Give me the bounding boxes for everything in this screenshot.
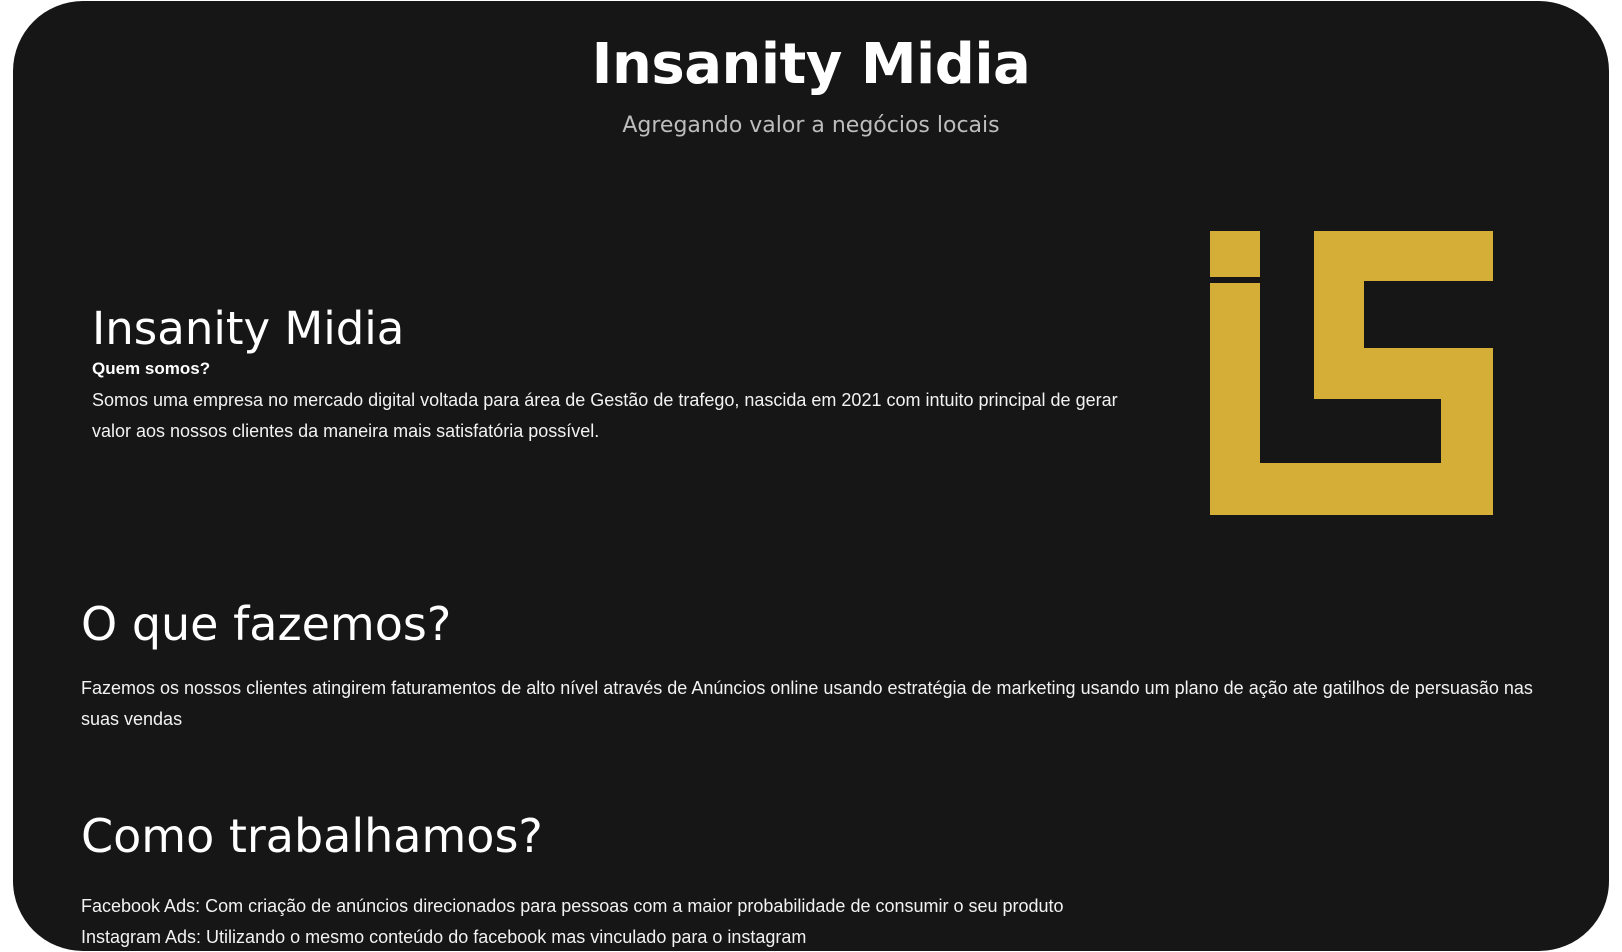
about-section: Insanity Midia Quem somos? Somos uma emp… — [92, 301, 1152, 447]
what-we-do-section: O que fazemos? Fazemos os nossos cliente… — [81, 595, 1541, 735]
what-we-do-text: Fazemos os nossos clientes atingirem fat… — [81, 678, 1533, 729]
how-we-work-list: Facebook Ads: Com criação de anúncios di… — [81, 891, 1541, 951]
what-we-do-heading: O que fazemos? — [81, 597, 452, 651]
logo-s-shape — [1260, 231, 1493, 515]
about-text: Somos uma empresa no mercado digital vol… — [92, 390, 1118, 441]
how-we-work-section: Como trabalhamos? Facebook Ads: Com cria… — [81, 807, 1541, 951]
site-header: Insanity Midia Agregando valor a negócio… — [13, 29, 1609, 141]
about-title: Insanity Midia — [92, 302, 405, 355]
logo-i-stem — [1210, 283, 1260, 515]
about-subtitle: Quem somos? — [92, 359, 211, 378]
how-we-work-item-facebook: Facebook Ads: Com criação de anúncios di… — [81, 896, 1064, 916]
site-subtitle: Agregando valor a negócios locais — [622, 113, 1000, 138]
is-logo-icon — [1210, 231, 1493, 515]
site-title: Insanity Midia — [591, 32, 1031, 97]
logo-i-dot — [1210, 231, 1260, 277]
how-we-work-heading: Como trabalhamos? — [81, 809, 543, 863]
is-logo-svg — [1210, 231, 1493, 515]
page-frame: Insanity Midia Agregando valor a negócio… — [13, 1, 1609, 951]
how-we-work-item-instagram: Instagram Ads: Utilizando o mesmo conteú… — [81, 927, 807, 947]
